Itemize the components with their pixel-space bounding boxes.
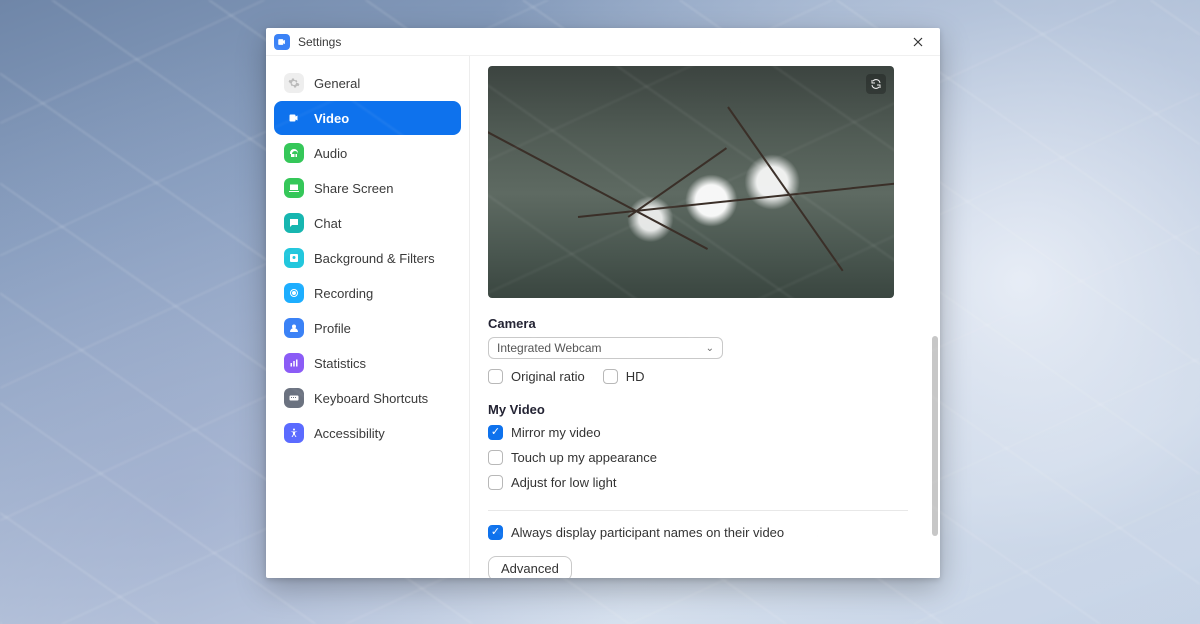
keyboard-icon [284, 388, 304, 408]
stats-icon [284, 353, 304, 373]
checkbox-display-names[interactable]: Always display participant names on thei… [488, 525, 920, 540]
chevron-down-icon: ⌄ [706, 343, 714, 354]
desktop-background: Settings General Video [0, 0, 1200, 624]
sidebar-item-label: Background & Filters [314, 251, 435, 266]
accessibility-icon [284, 423, 304, 443]
sidebar-item-share-screen[interactable]: Share Screen [274, 171, 461, 205]
sidebar-item-background-filters[interactable]: Background & Filters [274, 241, 461, 275]
rotate-preview-icon[interactable] [866, 74, 886, 94]
camera-section-label: Camera [488, 316, 920, 331]
camera-selected-value: Integrated Webcam [497, 341, 602, 355]
sidebar-item-label: Keyboard Shortcuts [314, 391, 428, 406]
sidebar-item-label: Recording [314, 286, 373, 301]
checkbox-label: Original ratio [511, 369, 585, 384]
sidebar-item-profile[interactable]: Profile [274, 311, 461, 345]
sidebar-item-chat[interactable]: Chat [274, 206, 461, 240]
checkbox-hd[interactable]: HD [603, 369, 645, 384]
sidebar-item-general[interactable]: General [274, 66, 461, 100]
record-icon [284, 283, 304, 303]
my-video-section-label: My Video [488, 402, 920, 417]
checkbox-box [488, 450, 503, 465]
checkbox-touch-up[interactable]: Touch up my appearance [488, 450, 920, 465]
profile-icon [284, 318, 304, 338]
share-screen-icon [284, 178, 304, 198]
checkbox-original-ratio[interactable]: Original ratio [488, 369, 585, 384]
checkbox-label: Adjust for low light [511, 475, 617, 490]
checkbox-box [488, 525, 503, 540]
sidebar-item-label: Video [314, 111, 349, 126]
content-panel: Camera Integrated Webcam ⌄ Original rati… [470, 56, 940, 578]
sidebar: General Video Audio [266, 56, 470, 578]
sidebar-item-label: General [314, 76, 360, 91]
checkbox-box [488, 475, 503, 490]
checkbox-label: Touch up my appearance [511, 450, 657, 465]
scrollbar-thumb[interactable] [932, 336, 938, 536]
settings-window: Settings General Video [266, 28, 940, 578]
checkbox-label: HD [626, 369, 645, 384]
titlebar: Settings [266, 28, 940, 56]
advanced-button[interactable]: Advanced [488, 556, 572, 578]
sidebar-item-label: Chat [314, 216, 341, 231]
video-icon [284, 108, 304, 128]
chat-icon [284, 213, 304, 233]
sidebar-item-accessibility[interactable]: Accessibility [274, 416, 461, 450]
sidebar-item-label: Accessibility [314, 426, 385, 441]
gear-icon [284, 73, 304, 93]
close-button[interactable] [902, 30, 934, 54]
headphones-icon [284, 143, 304, 163]
background-icon [284, 248, 304, 268]
camera-select[interactable]: Integrated Webcam ⌄ [488, 337, 723, 359]
checkbox-label: Mirror my video [511, 425, 601, 440]
sidebar-item-audio[interactable]: Audio [274, 136, 461, 170]
checkbox-box [603, 369, 618, 384]
checkbox-label: Always display participant names on thei… [511, 525, 784, 540]
sidebar-item-label: Audio [314, 146, 347, 161]
checkbox-box [488, 425, 503, 440]
checkbox-low-light[interactable]: Adjust for low light [488, 475, 920, 490]
sidebar-item-keyboard-shortcuts[interactable]: Keyboard Shortcuts [274, 381, 461, 415]
app-icon [274, 34, 290, 50]
sidebar-item-recording[interactable]: Recording [274, 276, 461, 310]
sidebar-item-label: Share Screen [314, 181, 394, 196]
divider [488, 510, 908, 511]
camera-preview [488, 66, 894, 298]
sidebar-item-label: Statistics [314, 356, 366, 371]
checkbox-box [488, 369, 503, 384]
checkbox-mirror-video[interactable]: Mirror my video [488, 425, 920, 440]
window-title: Settings [298, 35, 341, 49]
sidebar-item-statistics[interactable]: Statistics [274, 346, 461, 380]
sidebar-item-label: Profile [314, 321, 351, 336]
sidebar-item-video[interactable]: Video [274, 101, 461, 135]
